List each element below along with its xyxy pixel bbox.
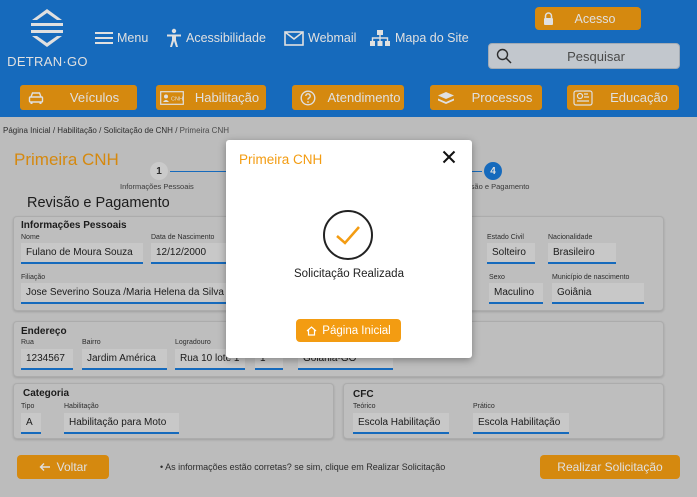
success-check-icon	[323, 210, 373, 260]
home-page-button[interactable]: Página Inicial	[296, 319, 401, 342]
home-page-label: Página Inicial	[322, 324, 391, 337]
home-icon	[306, 325, 317, 336]
modal-message: Solicitação Realizada	[294, 268, 404, 280]
modal-title: Primeira CNH	[239, 152, 323, 167]
close-icon[interactable]	[442, 150, 456, 164]
success-modal: Primeira CNH Solicitação Realizada Págin…	[226, 140, 472, 358]
